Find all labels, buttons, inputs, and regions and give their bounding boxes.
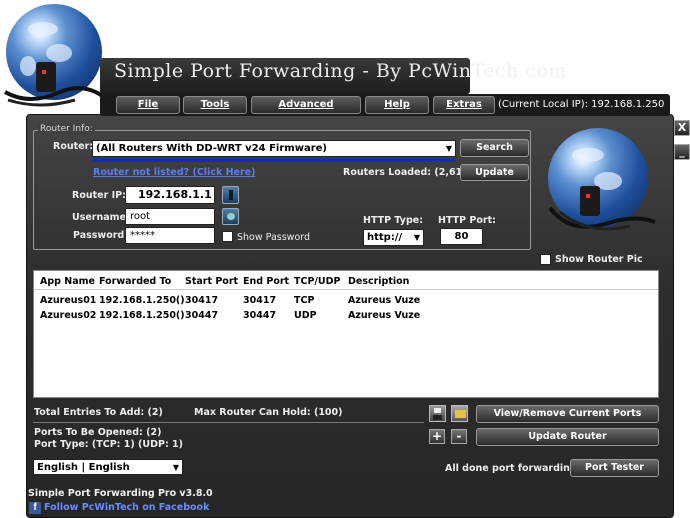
network-icon[interactable] bbox=[222, 208, 239, 225]
http-type-select[interactable]: http:// bbox=[363, 229, 424, 246]
search-button[interactable]: Search bbox=[460, 139, 529, 157]
footer-divider bbox=[33, 422, 424, 423]
table-cell[interactable]: Azureus02 bbox=[40, 310, 96, 321]
router-ip-field[interactable]: 192.168.1.1 bbox=[125, 186, 215, 204]
menu-help[interactable]: Help bbox=[365, 96, 429, 114]
http-port-label: HTTP Port: bbox=[438, 215, 496, 226]
http-port-field[interactable]: 80 bbox=[440, 228, 483, 245]
app-version: Simple Port Forwarding Pro v3.8.0 bbox=[28, 488, 213, 499]
facebook-link[interactable]: Follow PcWinTech on Facebook bbox=[44, 502, 209, 513]
col-end-port[interactable]: End Port bbox=[243, 276, 289, 287]
table-cell[interactable]: Azureus Vuze bbox=[348, 295, 420, 306]
password-label: Password: bbox=[73, 230, 129, 241]
table-cell[interactable]: Azureus01 bbox=[40, 295, 96, 306]
facebook-icon[interactable]: f bbox=[29, 502, 41, 514]
password-field[interactable]: ***** bbox=[125, 227, 215, 244]
language-select[interactable]: English | English bbox=[33, 459, 183, 475]
table-cell[interactable]: 30417 bbox=[185, 295, 218, 306]
minimize-button[interactable]: _ bbox=[674, 144, 690, 160]
table-cell[interactable]: UDP bbox=[294, 310, 317, 321]
show-password-label: Show Password bbox=[237, 232, 311, 243]
port-type: Port Type: (TCP: 1) (UDP: 1) bbox=[34, 439, 184, 450]
table-cell[interactable]: 30447 bbox=[185, 310, 218, 321]
router-info-label: Router Info: bbox=[38, 124, 95, 134]
menu-extras[interactable]: Extras bbox=[433, 96, 495, 114]
col-tcp-udp[interactable]: TCP/UDP bbox=[294, 276, 340, 287]
update-router-button[interactable]: Update Router bbox=[476, 428, 659, 446]
view-remove-ports-button[interactable]: View/Remove Current Ports bbox=[476, 405, 659, 423]
table-cell[interactable]: 30417 bbox=[243, 295, 276, 306]
max-router-hold: Max Router Can Hold: (100) bbox=[194, 407, 343, 418]
menu-tools[interactable]: Tools bbox=[183, 96, 247, 114]
table-cell[interactable]: 192.168.1.250() bbox=[99, 310, 185, 321]
col-start-port[interactable]: Start Port bbox=[185, 276, 238, 287]
router-ip-label: Router IP: bbox=[72, 190, 126, 201]
router-select-underline bbox=[92, 158, 456, 162]
show-router-pic-label: Show Router Pic bbox=[555, 254, 643, 265]
username-field[interactable]: root bbox=[125, 208, 215, 225]
router-select[interactable]: (All Routers With DD-WRT v24 Firmware) bbox=[92, 140, 456, 157]
close-button[interactable]: X bbox=[674, 120, 690, 136]
add-entry-button[interactable]: + bbox=[429, 429, 445, 444]
table-cell[interactable]: 30447 bbox=[243, 310, 276, 321]
port-tester-button[interactable]: Port Tester bbox=[570, 459, 659, 477]
col-forwarded-to[interactable]: Forwarded To bbox=[99, 276, 171, 287]
app-title: Simple Port Forwarding - By PcWinTech.co… bbox=[114, 60, 567, 82]
menu-file[interactable]: File bbox=[116, 96, 180, 114]
router-label: Router: bbox=[53, 141, 94, 152]
current-local-ip: (Current Local IP): 192.168.1.250 bbox=[498, 99, 665, 110]
menu-help-label: Help bbox=[384, 99, 410, 110]
open-folder-icon[interactable] bbox=[451, 405, 468, 422]
show-router-pic-checkbox[interactable] bbox=[540, 254, 551, 265]
menu-tools-label: Tools bbox=[200, 99, 230, 110]
col-description[interactable]: Description bbox=[348, 276, 409, 287]
show-password-checkbox[interactable] bbox=[222, 231, 233, 242]
username-label: Username: bbox=[72, 212, 130, 223]
table-cell[interactable]: Azureus Vuze bbox=[348, 310, 420, 321]
save-icon[interactable] bbox=[429, 405, 446, 422]
menu-file-label: File bbox=[137, 99, 159, 110]
table-cell[interactable]: TCP bbox=[294, 295, 314, 306]
routers-loaded: Routers Loaded: (2,615) bbox=[343, 167, 474, 178]
update-button[interactable]: Update bbox=[460, 164, 529, 181]
menu-advanced[interactable]: Advanced bbox=[251, 96, 361, 114]
ports-to-open: Ports To Be Opened: (2) bbox=[34, 427, 162, 438]
router-ip-icon[interactable] bbox=[222, 186, 239, 204]
table-cell[interactable]: 192.168.1.250() bbox=[99, 295, 185, 306]
http-type-label: HTTP Type: bbox=[363, 215, 423, 226]
col-app-name[interactable]: App Name bbox=[40, 276, 95, 287]
table-header-divider bbox=[34, 289, 658, 290]
router-pic-cable-icon bbox=[548, 206, 656, 231]
router-not-listed-link[interactable]: Router not listed? (Click Here) bbox=[93, 167, 255, 178]
total-entries: Total Entries To Add: (2) bbox=[34, 407, 163, 418]
all-done-label: All done port forwarding? bbox=[445, 463, 583, 474]
remove-entry-button[interactable]: - bbox=[451, 429, 467, 444]
router-cable-icon bbox=[4, 86, 107, 107]
menu-extras-label: Extras bbox=[446, 99, 482, 110]
menu-advanced-label: Advanced bbox=[278, 99, 334, 110]
